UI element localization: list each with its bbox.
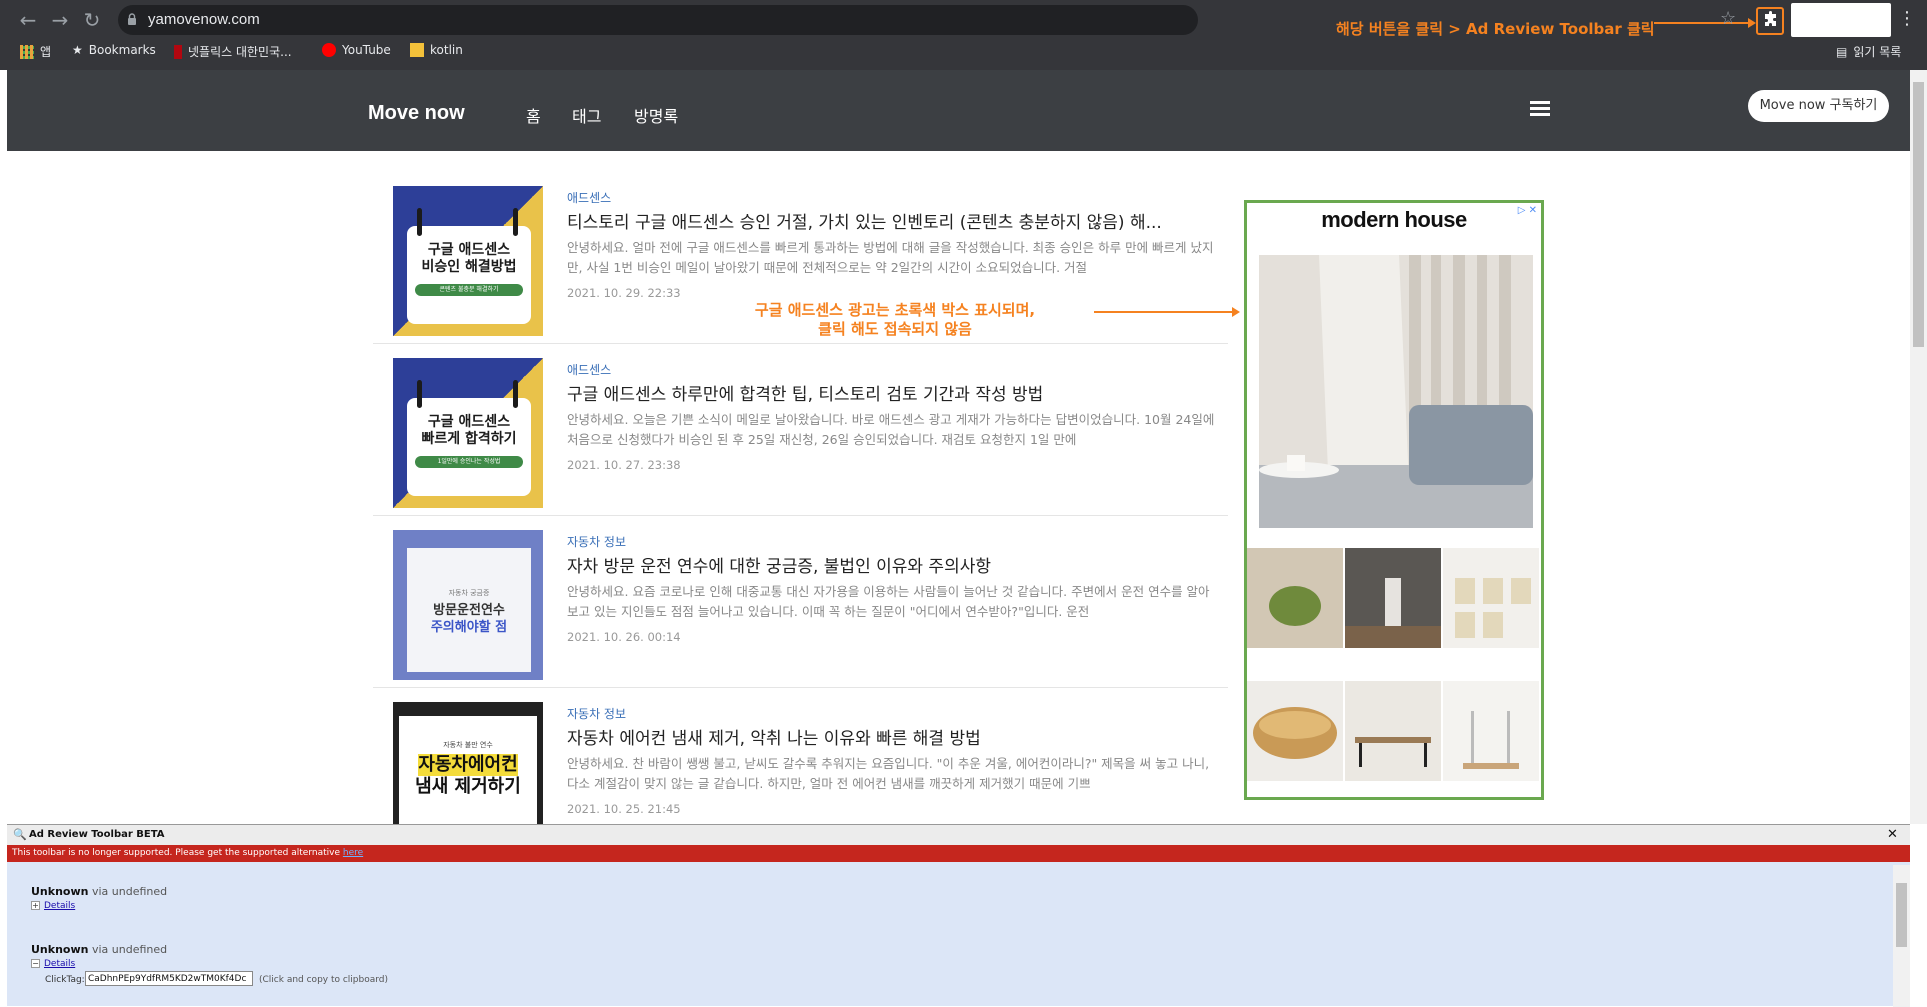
warning-link[interactable]: here (343, 848, 363, 858)
ad-tile-soap (1247, 548, 1343, 648)
toolbar-entry: Unknown via undefined (31, 943, 168, 956)
annotation-top: 해당 버튼을 클릭 > Ad Review Toolbar 클릭 (1336, 20, 1655, 38)
puzzle-icon (1765, 11, 1776, 26)
post-item[interactable]: 자동차 궁금증 방문운전연수 주의해야할 점 자동차 정보 자차 방문 운전 연수… (373, 516, 1228, 688)
reading-list[interactable]: ▤ 읽기 목록 (1836, 43, 1901, 60)
lock-icon (128, 13, 136, 25)
toolbar-title: Ad Review Toolbar BETA (29, 829, 165, 840)
address-bar[interactable] (118, 5, 1198, 35)
post-excerpt: 안녕하세요. 얼마 전에 구글 애드센스를 빠르게 통과하는 방법에 대해 글을… (567, 240, 1214, 275)
annotation-arrow (1094, 307, 1240, 317)
post-date: 2021. 10. 29. 22:33 (567, 286, 681, 300)
toolbar-entry: Unknown via undefined (31, 885, 168, 898)
toolbar-warning: This toolbar is no longer supported. Ple… (12, 848, 364, 858)
back-icon[interactable]: ← (14, 6, 42, 34)
post-title[interactable]: 자차 방문 운전 연수에 대한 궁금증, 불법인 이유와 주의사항 (567, 552, 1207, 577)
subscribe-button[interactable]: Move now 구독하기 (1748, 90, 1889, 122)
clicktag-field[interactable] (85, 971, 253, 986)
ad-hero-image (1259, 255, 1533, 528)
post-category[interactable]: 자동차 정보 (567, 533, 626, 550)
nav-home[interactable]: 홈 (526, 103, 541, 127)
nav-tag[interactable]: 태그 (572, 103, 601, 127)
post-thumbnail[interactable]: 구글 애드센스 빠르게 합격하기 1일만에 승인나는 작성법 (393, 358, 543, 508)
collapse-icon[interactable]: − (31, 959, 40, 968)
post-title[interactable]: 티스토리 구글 애드센스 승인 거절, 가치 있는 인벤토리 (콘텐츠 충분하지… (567, 208, 1207, 233)
post-date: 2021. 10. 25. 21:45 (567, 802, 681, 816)
post-date: 2021. 10. 27. 23:38 (567, 458, 681, 472)
details-link[interactable]: Details (44, 901, 75, 911)
post-title[interactable]: 구글 애드센스 하루만에 합격한 팁, 티스토리 검토 기간과 작성 방법 (567, 380, 1207, 405)
toolbar-scrollbar-thumb[interactable] (1896, 883, 1907, 947)
ad-tile-jars (1443, 548, 1539, 648)
site-title[interactable]: Move now (368, 102, 465, 125)
ad-tile-table (1345, 681, 1441, 781)
bookmark-bookmarks[interactable]: ★ Bookmarks (72, 43, 156, 57)
page-scrollbar-thumb[interactable] (1913, 82, 1924, 347)
forward-icon[interactable]: → (46, 6, 74, 34)
post-thumbnail[interactable]: 구글 애드센스 비승인 해결방법 콘텐츠 불충분 해결하기 (393, 186, 543, 336)
extension-puzzle-button[interactable] (1756, 7, 1784, 35)
close-icon[interactable]: ✕ (1887, 827, 1898, 842)
post-excerpt: 안녕하세요. 오늘은 기쁜 소식이 메일로 날아왔습니다. 바로 애드센스 광고… (567, 412, 1215, 447)
post-item[interactable]: 자동차 불만 연수 자동차에어컨 냄새 제거하기 자동차 정보 자동차 에어컨 냄… (373, 688, 1228, 824)
nav-guestbook[interactable]: 방명록 (634, 103, 678, 127)
post-thumbnail[interactable]: 자동차 궁금증 방문운전연수 주의해야할 점 (393, 530, 543, 680)
netflix-icon (174, 44, 182, 59)
bookmark-kotlin[interactable]: kotlin (410, 43, 463, 57)
post-category[interactable]: 자동차 정보 (567, 705, 626, 722)
apps-grid-icon (20, 44, 34, 59)
toolbar-title-bar (7, 825, 1910, 845)
reading-list-icon: ▤ (1836, 44, 1848, 59)
star-icon: ★ (72, 43, 83, 57)
profile-button[interactable] (1791, 3, 1891, 37)
post-category[interactable]: 애드센스 (567, 189, 611, 206)
ad-review-toolbar: 🔍 Ad Review Toolbar BETA ✕ This toolbar … (7, 824, 1910, 1007)
bookmark-netflix[interactable]: 넷플릭스 대한민국... (174, 43, 292, 60)
ad-tile-diffuser (1345, 548, 1441, 648)
post-excerpt: 안녕하세요. 요즘 코로나로 인해 대중교통 대신 자가용을 이용하는 사람들이… (567, 584, 1210, 619)
url-text: yamovenow.com (148, 11, 260, 28)
annotation-ad-note: 구글 애드센스 광고는 초록색 박스 표시되며, 클릭 해도 접속되지 않음 (754, 301, 1036, 338)
bookmark-youtube[interactable]: YouTube (322, 43, 391, 57)
post-item[interactable]: 구글 애드센스 빠르게 합격하기 1일만에 승인나는 작성법 애드센스 구글 애드… (373, 344, 1228, 516)
post-title[interactable]: 자동차 에어컨 냄새 제거, 악취 나는 이유와 빠른 해결 방법 (567, 724, 1207, 749)
youtube-icon (322, 43, 336, 57)
reload-icon[interactable]: ↻ (78, 6, 106, 34)
folder-icon (410, 43, 424, 57)
clicktag-hint: (Click and copy to clipboard) (259, 975, 389, 985)
clicktag-label: ClickTag: (45, 975, 85, 985)
hamburger-menu-icon[interactable] (1530, 101, 1550, 117)
wrench-icon: 🔍 (13, 828, 27, 841)
post-excerpt: 안녕하세요. 찬 바람이 쌩쌩 불고, 낟씨도 갈수록 추워지는 요즘입니다. … (567, 756, 1210, 791)
adsense-ad-box[interactable]: ▷ ✕ modern house (1244, 200, 1544, 800)
menu-dots-icon[interactable]: ⋮ (1898, 8, 1916, 29)
details-link[interactable]: Details (44, 959, 75, 969)
post-thumbnail[interactable]: 자동차 불만 연수 자동차에어컨 냄새 제거하기 (393, 702, 543, 824)
post-category[interactable]: 애드센스 (567, 361, 611, 378)
post-date: 2021. 10. 26. 00:14 (567, 630, 681, 644)
ad-brand-logo: modern house (1321, 207, 1467, 232)
bookmark-apps[interactable]: 앱 (20, 43, 51, 60)
site-header (7, 70, 1910, 151)
bookmark-star-icon[interactable]: ☆ (1720, 8, 1736, 29)
ad-tile-rack (1443, 681, 1539, 781)
ad-tile-basket (1247, 681, 1343, 781)
expand-icon[interactable]: + (31, 901, 40, 910)
